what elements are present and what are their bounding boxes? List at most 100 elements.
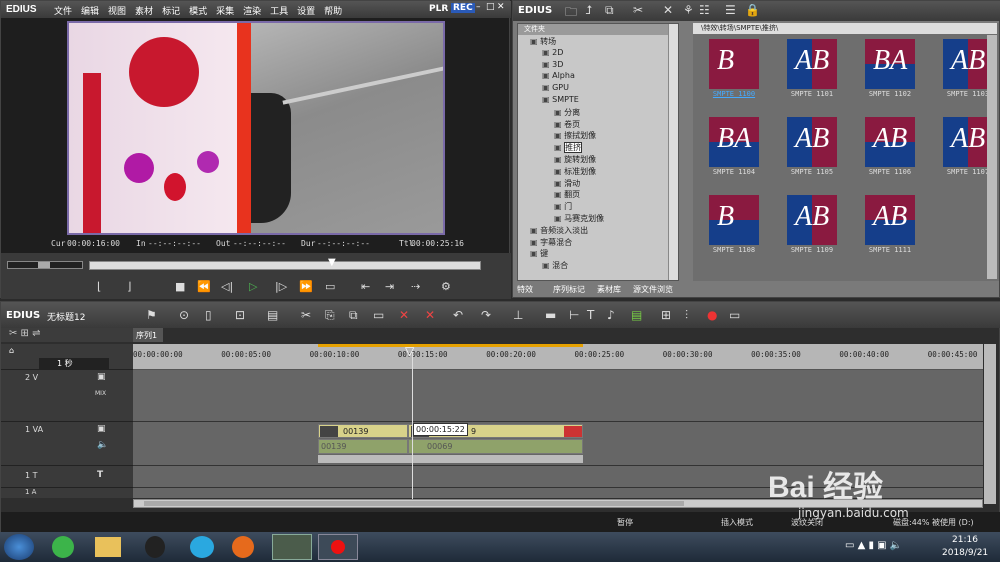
tree-item[interactable]: ▣ 分离 [554,107,580,118]
minimize-icon[interactable]: – [476,2,481,12]
transition-thumbnail[interactable]: AB [787,39,837,89]
stop-icon[interactable]: ■ [175,280,185,293]
tree-scrollbar[interactable] [668,24,678,280]
menu-item[interactable]: 设置 [297,4,315,17]
fast-forward-icon[interactable]: ⏩ [299,280,313,293]
transition-thumbnail[interactable]: AB [787,195,837,245]
menu-item[interactable]: 素材 [135,4,153,17]
clip-video-1[interactable]: 00139 [318,424,408,438]
position-slider[interactable] [89,261,481,270]
mark-in-icon[interactable]: ⌊ [97,280,101,293]
menu-item[interactable]: 帮助 [324,4,342,17]
firefox-icon[interactable] [232,536,254,558]
cut-timeline-icon[interactable]: ✂ [301,308,311,322]
rewind-icon[interactable]: ⏪ [197,280,211,293]
tree-item[interactable]: ▣ Alpha [542,71,575,82]
va1-toggle-icon[interactable]: ▣ [97,424,106,434]
audio-clip-2[interactable]: 00069 [408,439,583,454]
menu-item[interactable]: 工具 [270,4,288,17]
maximize-icon[interactable]: □ [486,2,495,12]
split-icon[interactable]: ⊢ [569,308,579,322]
tree-item[interactable]: ▣ 翻页 [554,189,580,200]
track-va1-lane[interactable]: 00139 9 00139 00069 [133,422,983,466]
lock-track-icon[interactable]: ⌂ [9,346,14,355]
record-icon[interactable]: ● [707,308,717,322]
trim-icon[interactable]: ▬ [545,308,556,322]
effects-tab[interactable]: 特效 [517,284,533,295]
explorer-icon[interactable] [95,537,121,557]
v2-toggle-icon[interactable]: ▣ [97,372,106,382]
effect-icon[interactable]: ⚘ [683,3,694,17]
tree-item[interactable]: ▣ 门 [554,201,572,212]
output-icon[interactable]: ▭ [325,280,335,293]
grid-icon[interactable]: ⊞ [661,308,671,322]
tree-item[interactable]: ▣ 混合 [542,260,568,271]
plr-label[interactable]: PLR [429,4,448,14]
lock-icon[interactable]: 🔒 [745,3,760,17]
step-back-icon[interactable]: ◁| [221,280,233,293]
sequence-tab[interactable]: 序列1 [133,328,163,342]
close-icon[interactable]: ✕ [497,2,505,12]
tree-item[interactable]: ▣ 旋转划像 [554,154,596,165]
cut-icon[interactable]: ✂ [633,3,643,17]
list-view-icon[interactable]: ☷ [699,3,710,17]
playhead-marker[interactable]: ▼ [328,257,336,269]
shuttle-slider[interactable] [7,261,83,269]
transition-thumbnail[interactable]: AB [943,117,993,167]
tree-item[interactable]: ▣ 2D [542,48,563,59]
paste-icon[interactable]: ⧉ [349,308,358,323]
vertical-scrollbar[interactable] [984,344,996,504]
close-x-icon[interactable]: ✕ [663,3,673,17]
start-button[interactable] [4,534,34,560]
mark-out-icon[interactable]: ⌋ [127,280,131,293]
properties-icon[interactable]: ☰ [725,3,736,17]
tree-item[interactable]: ▣ 马赛克划像 [554,213,604,224]
new-file-icon[interactable]: ▯ [205,308,212,322]
copy-icon[interactable]: ⧉ [605,3,614,18]
settings-icon[interactable]: ⚙ [441,280,451,293]
transition-thumbnail[interactable]: AB [787,117,837,167]
speaker-icon[interactable]: 🔈 [97,440,108,450]
effects-tab[interactable]: 序列标记 [553,284,585,295]
time-ruler[interactable]: 00:00:00:00 00:00:05:00 00:00:10:00 00:00:1… [133,344,983,370]
marker-icon[interactable]: ⊥ [513,308,523,322]
title-track-icon[interactable]: T [97,470,103,480]
up-folder-icon[interactable]: ⮥ [585,3,592,18]
qq-icon[interactable] [145,536,165,558]
app-360-icon[interactable] [52,536,74,558]
ripple-delete-icon[interactable]: ✕ [425,308,435,322]
save-icon[interactable]: ▤ [267,308,278,322]
cursor-handle[interactable]: ▽ [405,344,414,358]
tree-item[interactable]: ▣ 卷页 [554,119,580,130]
tree-item[interactable]: ▣ 3D [542,60,563,71]
menu-item[interactable]: 采集 [216,4,234,17]
tree-item[interactable]: ▣ 转场 [530,36,556,47]
transition-thumbnail[interactable]: BA [709,117,759,167]
tray-icons[interactable]: ▭ ▲ ▮ ▣ 🔈 [845,540,902,551]
edius-icon[interactable] [272,534,312,560]
redo-icon[interactable]: ↷ [481,308,491,322]
tree-item[interactable]: ▣ SMPTE [542,95,579,106]
play-icon[interactable]: ▷ [249,280,257,293]
audio-clip-1[interactable]: 00139 [318,439,408,454]
menu-item[interactable]: 编辑 [81,4,99,17]
rec-label[interactable]: REC [451,3,475,13]
overwrite-icon[interactable]: ⇥ [385,280,394,293]
tree-item[interactable]: ▣ 标准划像 [554,166,596,177]
folder-icon[interactable]: 🗀 [565,3,577,24]
title-icon[interactable]: T [587,308,594,322]
menu-item[interactable]: 文件 [54,4,72,17]
tool-icons[interactable]: ✂ ⊞ ⇌ [9,328,41,339]
menu-item[interactable]: 模式 [189,4,207,17]
new-seq-icon[interactable]: ⚑ [146,308,157,322]
layout-icon[interactable]: ▭ [729,308,740,322]
tree-item[interactable]: ▣ 推挤 [554,142,583,154]
insert-to-timeline-icon[interactable]: ⇤ [361,280,370,293]
track-v2-lane[interactable] [133,370,983,422]
tree-item[interactable]: ▣ 音频淡入淡出 [530,225,588,236]
tree-item[interactable]: ▣ GPU [542,83,569,94]
tree-item[interactable]: ▣ 滑动 [554,178,580,189]
recorder-icon[interactable] [318,534,358,560]
transition-thumbnail[interactable]: BA [865,39,915,89]
replace-icon[interactable]: ⇢ [411,280,420,293]
